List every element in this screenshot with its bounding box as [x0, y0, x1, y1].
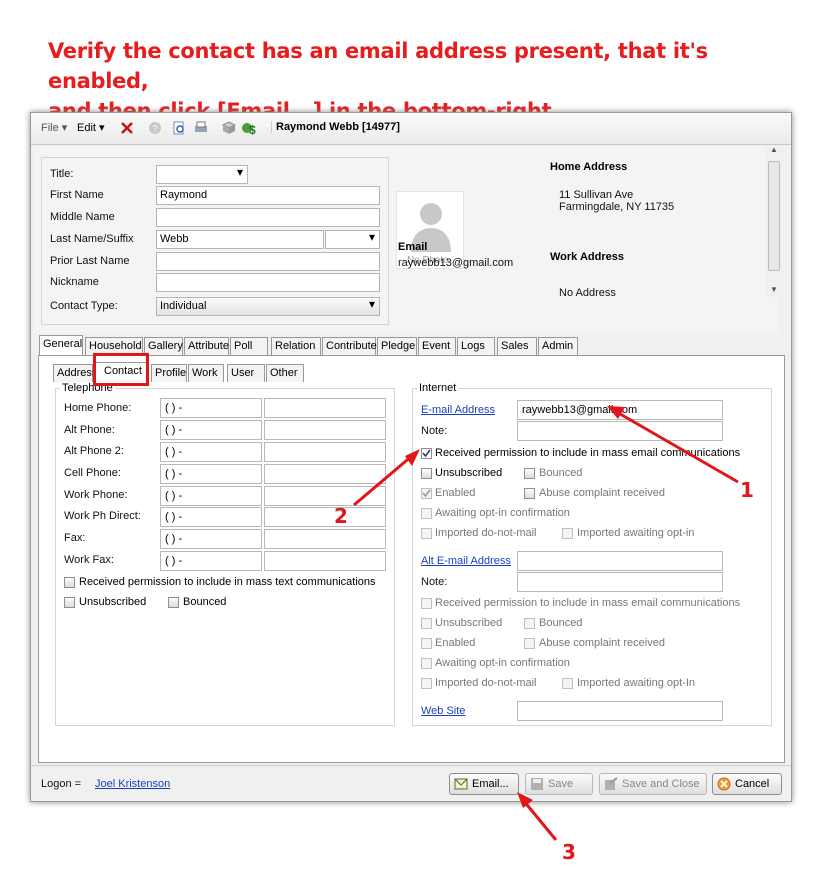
arrow-2-head — [405, 449, 420, 466]
arrow-3 — [521, 799, 558, 841]
annotation-number-3: 3 — [562, 840, 576, 864]
annotation-number-1: 1 — [740, 478, 754, 502]
annotation-number-2: 2 — [334, 504, 348, 528]
annotation-arrows — [353, 406, 739, 841]
arrow-3-head — [517, 792, 533, 808]
arrow-2 — [353, 453, 414, 507]
arrow-1-head — [607, 406, 625, 419]
arrow-1 — [614, 409, 739, 484]
